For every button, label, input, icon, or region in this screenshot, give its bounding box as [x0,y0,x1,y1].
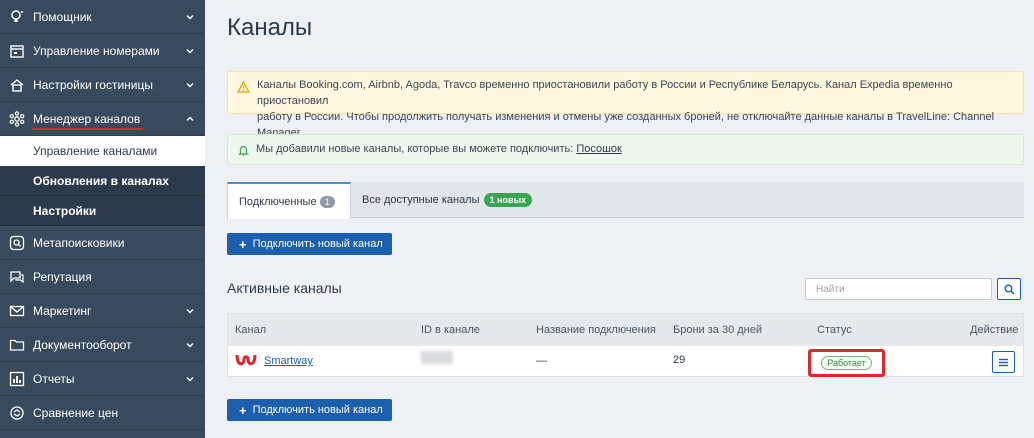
count-badge: 1 [319,195,335,208]
new-badge: 1 новых [483,193,533,207]
lightbulb-icon [8,8,26,26]
warning-text-line1: Каналы Booking.com, Airbnb, Agoda, Travc… [257,79,953,107]
info-text: Мы добавили новые каналы, которые вы мож… [256,143,577,155]
bar-chart-icon [8,370,26,388]
header-status: Статус [817,324,852,336]
row-action-button[interactable] [992,351,1015,373]
tab-label: Все доступные каналы [362,194,480,206]
plus-icon: + [239,402,247,418]
sidebar-item-reports[interactable]: Отчеты [0,362,205,396]
sidebar-item-room-management[interactable]: Управление номерами [0,34,205,68]
chevron-down-icon [186,376,194,381]
table-row: Smartway — 29 Работает [228,346,1023,377]
chevron-up-icon [186,116,194,121]
search-button[interactable] [997,278,1021,300]
chevron-down-icon [186,14,194,19]
header-action: Действие [970,324,1019,336]
search-input[interactable] [805,278,992,300]
channel-tabs: Подключенные 1 Все доступные каналы 1 но… [227,182,1024,219]
sidebar-item-hotel-settings[interactable]: Настройки гостиницы [0,68,205,102]
bookings-cell: 29 [673,354,686,366]
sidebar-item-label: Маркетинг [33,303,92,318]
sidebar-item-label: Метапоисковики [33,235,125,250]
sidebar-item-label: Помощник [33,9,92,24]
chevron-down-icon [186,48,194,53]
button-label: Подключить новый канал [252,238,383,250]
menu-icon [999,358,1008,366]
calendar-icon [8,42,26,60]
sidebar-item-label: Управление номерами [33,43,160,58]
sidebar-item-label: Настройки гостиницы [33,77,153,92]
header-bookings: Брони за 30 дней [673,324,762,336]
house-icon [8,76,26,94]
smartway-logo-icon [235,354,257,366]
table-header: Канал ID в канале Название подключения Б… [228,314,1023,346]
connect-channel-button[interactable]: + Подключить новый канал [227,233,392,255]
info-alert: Мы добавили новые каналы, которые вы мож… [227,134,1024,165]
header-channel-id: ID в канале [421,324,480,336]
new-channel-link[interactable]: Посошок [576,143,622,155]
header-connection-name: Название подключения [536,324,656,336]
bell-icon [238,145,249,156]
sidebar-item-label: Документооборот [33,337,132,352]
chevron-down-icon [186,308,194,313]
search-icon [1004,284,1015,295]
header-channel: Канал [235,324,267,336]
network-icon [8,110,26,128]
connect-channel-button-bottom[interactable]: + Подключить новый канал [227,399,392,421]
sidebar-item-label: Менеджер каналов [31,111,144,130]
sidebar-item-label: Сравнение цен [33,405,119,420]
page-title: Каналы [227,14,313,41]
status-badge: Работает [821,356,872,370]
redacted-channel-id [421,351,453,364]
tab-all-channels[interactable]: Все доступные каналы 1 новых [362,182,533,218]
tab-connected[interactable]: Подключенные 1 [227,182,351,219]
chat-icon [8,268,26,286]
channel-link-smartway[interactable]: Smartway [264,355,313,367]
section-title: Активные каналы [227,280,342,296]
sidebar-item-metasearch[interactable]: Метапоисковики [0,226,205,260]
status-highlight: Работает [808,349,885,377]
sidebar-item-label: Репутация [33,269,92,284]
subitem-settings[interactable]: Настройки [0,196,205,226]
price-compare-icon [8,404,26,422]
sidebar-item-marketing[interactable]: Маркетинг [0,294,205,328]
sidebar-item-channel-manager[interactable]: Менеджер каналов [0,102,205,136]
subitem-channel-management[interactable]: Управление каналами [0,136,205,166]
sidebar-item-assistant[interactable]: Помощник [0,0,205,34]
subitem-channel-updates[interactable]: Обновления в каналах [0,166,205,196]
envelope-icon [8,302,26,320]
channel-cell: Smartway [235,352,313,370]
main-content: Каналы Каналы Booking.com, Airbnb, Agoda… [205,0,1034,438]
button-label: Подключить новый канал [252,404,383,416]
plus-icon: + [239,236,247,252]
folder-icon [8,336,26,354]
warning-icon [237,81,250,93]
warning-alert: Каналы Booking.com, Airbnb, Agoda, Travc… [227,71,1024,139]
channels-table: Канал ID в канале Название подключения Б… [227,313,1024,377]
connection-name-cell: — [536,355,547,367]
tab-label: Подключенные [239,195,317,208]
meta-search-icon [8,234,26,252]
sidebar-item-price-compare[interactable]: Сравнение цен [0,396,205,430]
chevron-down-icon [186,82,194,87]
sidebar-item-documents[interactable]: Документооборот [0,328,205,362]
sidebar-item-reputation[interactable]: Репутация [0,260,205,294]
chevron-down-icon [186,342,194,347]
sidebar: Помощник Управление номерами Настройки г… [0,0,205,438]
sidebar-item-label: Отчеты [33,371,75,386]
